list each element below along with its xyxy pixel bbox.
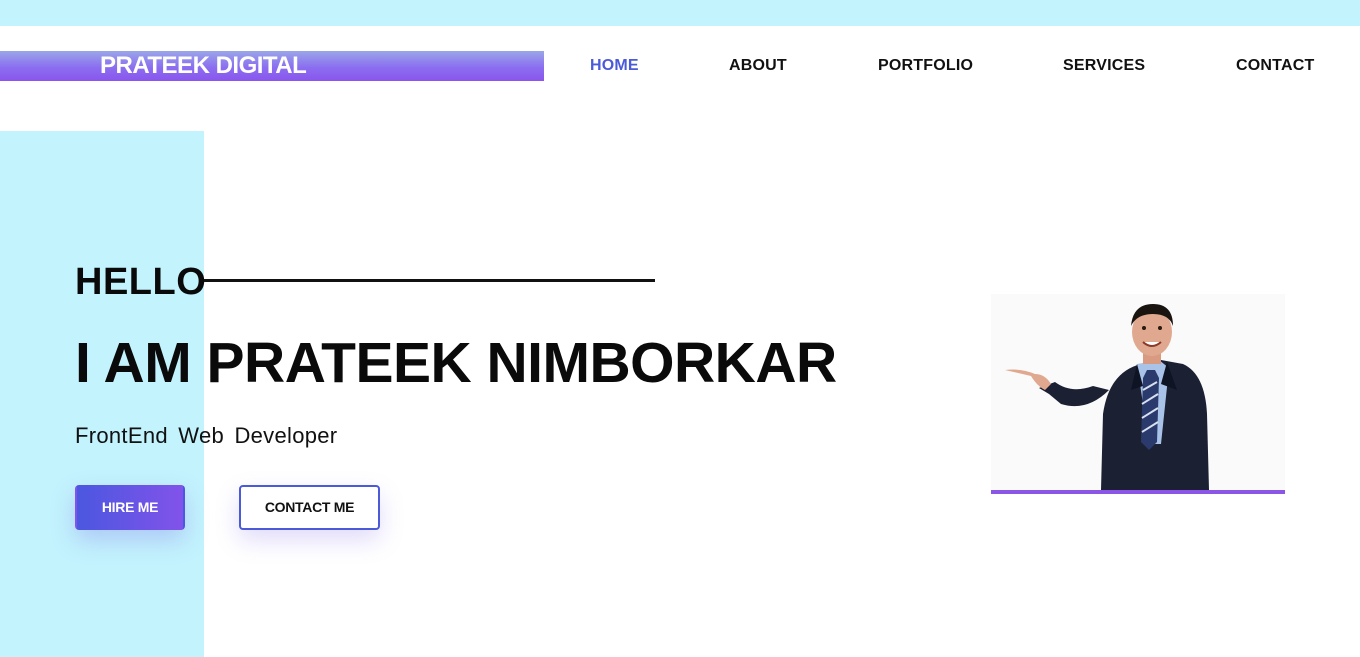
nav-about[interactable]: ABOUT <box>729 55 787 77</box>
nav-home[interactable]: HOME <box>590 55 639 77</box>
hero-greeting: HELLO <box>75 261 207 303</box>
contact-me-button[interactable]: CONTACT ME <box>239 485 380 530</box>
hire-me-button[interactable]: HIRE ME <box>75 485 185 530</box>
top-strip <box>0 0 1360 26</box>
businessman-icon <box>1005 304 1209 490</box>
hero-headline: I AM PRATEEK NIMBORKAR <box>75 331 837 395</box>
greeting-divider <box>204 279 655 282</box>
hero-subtitle: FrontEnd Web Developer <box>75 423 338 448</box>
nav-services[interactable]: SERVICES <box>1063 55 1145 77</box>
hero-image <box>991 294 1285 494</box>
site-logo[interactable]: PRATEEK DIGITAL <box>100 51 307 81</box>
nav-portfolio[interactable]: PORTFOLIO <box>878 55 973 77</box>
nav-contact[interactable]: CONTACT <box>1236 55 1314 77</box>
